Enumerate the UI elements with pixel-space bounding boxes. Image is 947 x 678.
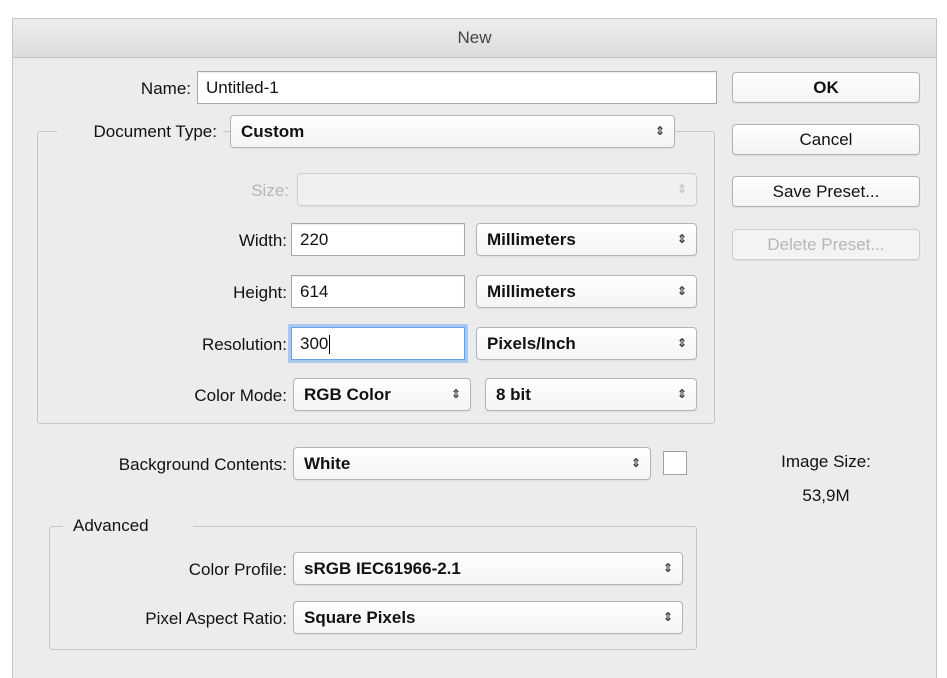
size-select[interactable]: ⇕: [297, 173, 697, 206]
color-profile-value: sRGB IEC61966-2.1: [304, 559, 461, 578]
color-profile-select[interactable]: sRGB IEC61966-2.1 ⇕: [293, 552, 683, 585]
width-unit-value: Millimeters: [487, 230, 576, 249]
height-unit-select[interactable]: Millimeters ⇕: [476, 275, 697, 308]
bit-depth-select[interactable]: 8 bit ⇕: [485, 378, 697, 411]
pixel-aspect-ratio-select[interactable]: Square Pixels ⇕: [293, 601, 683, 634]
image-size-label: Image Size:: [781, 452, 871, 471]
document-type-value: Custom: [241, 122, 305, 141]
popup-arrow-icon: ⇕: [662, 610, 673, 624]
popup-arrow-icon: ⇕: [676, 387, 687, 401]
resolution-unit-select[interactable]: Pixels/Inch ⇕: [476, 327, 697, 360]
height-unit-value: Millimeters: [487, 282, 576, 301]
name-label: Name:: [140, 79, 191, 98]
cancel-button[interactable]: Cancel: [732, 124, 920, 155]
save-preset-button[interactable]: Save Preset...: [732, 176, 920, 207]
image-size-value: 53,9M: [802, 486, 850, 505]
name-field[interactable]: Untitled-1: [197, 71, 717, 104]
color-mode-label: Color Mode:: [194, 386, 287, 405]
width-unit-select[interactable]: Millimeters ⇕: [476, 223, 697, 256]
advanced-label: Advanced: [63, 516, 193, 536]
background-contents-select[interactable]: White ⇕: [293, 447, 651, 480]
bit-depth-value: 8 bit: [496, 385, 531, 404]
resolution-value: 300: [300, 334, 329, 353]
background-contents-value: White: [304, 454, 351, 473]
popup-arrow-icon: ⇕: [450, 387, 461, 401]
popup-arrow-icon: ⇕: [676, 182, 687, 196]
resolution-field[interactable]: 300: [291, 327, 465, 360]
popup-arrow-icon: ⇕: [654, 124, 665, 138]
width-field[interactable]: 220: [291, 223, 465, 256]
background-contents-label: Background Contents:: [118, 455, 287, 474]
resolution-unit-value: Pixels/Inch: [487, 334, 576, 353]
color-mode-select[interactable]: RGB Color ⇕: [293, 378, 471, 411]
popup-arrow-icon: ⇕: [676, 284, 687, 298]
pixel-aspect-ratio-label: Pixel Aspect Ratio:: [145, 609, 287, 628]
delete-preset-button[interactable]: Delete Preset...: [732, 229, 920, 260]
height-label: Height:: [233, 283, 287, 302]
new-document-dialog: New Name: Untitled-1 Document Type: Cust…: [12, 18, 937, 678]
popup-arrow-icon: ⇕: [676, 336, 687, 350]
text-caret: [329, 335, 331, 355]
width-label: Width:: [238, 231, 287, 250]
document-type-label: Document Type:: [57, 122, 223, 142]
color-mode-value: RGB Color: [304, 385, 391, 404]
color-profile-label: Color Profile:: [188, 560, 287, 579]
popup-arrow-icon: ⇕: [662, 561, 673, 575]
document-type-select[interactable]: Custom ⇕: [230, 115, 675, 148]
size-label: Size:: [251, 181, 289, 200]
popup-arrow-icon: ⇕: [630, 456, 641, 470]
popup-arrow-icon: ⇕: [676, 232, 687, 246]
ok-button[interactable]: OK: [732, 72, 920, 103]
resolution-label: Resolution:: [201, 335, 287, 354]
height-field[interactable]: 614: [291, 275, 465, 308]
dialog-title: New: [13, 19, 936, 58]
background-color-swatch[interactable]: [663, 451, 687, 475]
pixel-aspect-ratio-value: Square Pixels: [304, 608, 416, 627]
